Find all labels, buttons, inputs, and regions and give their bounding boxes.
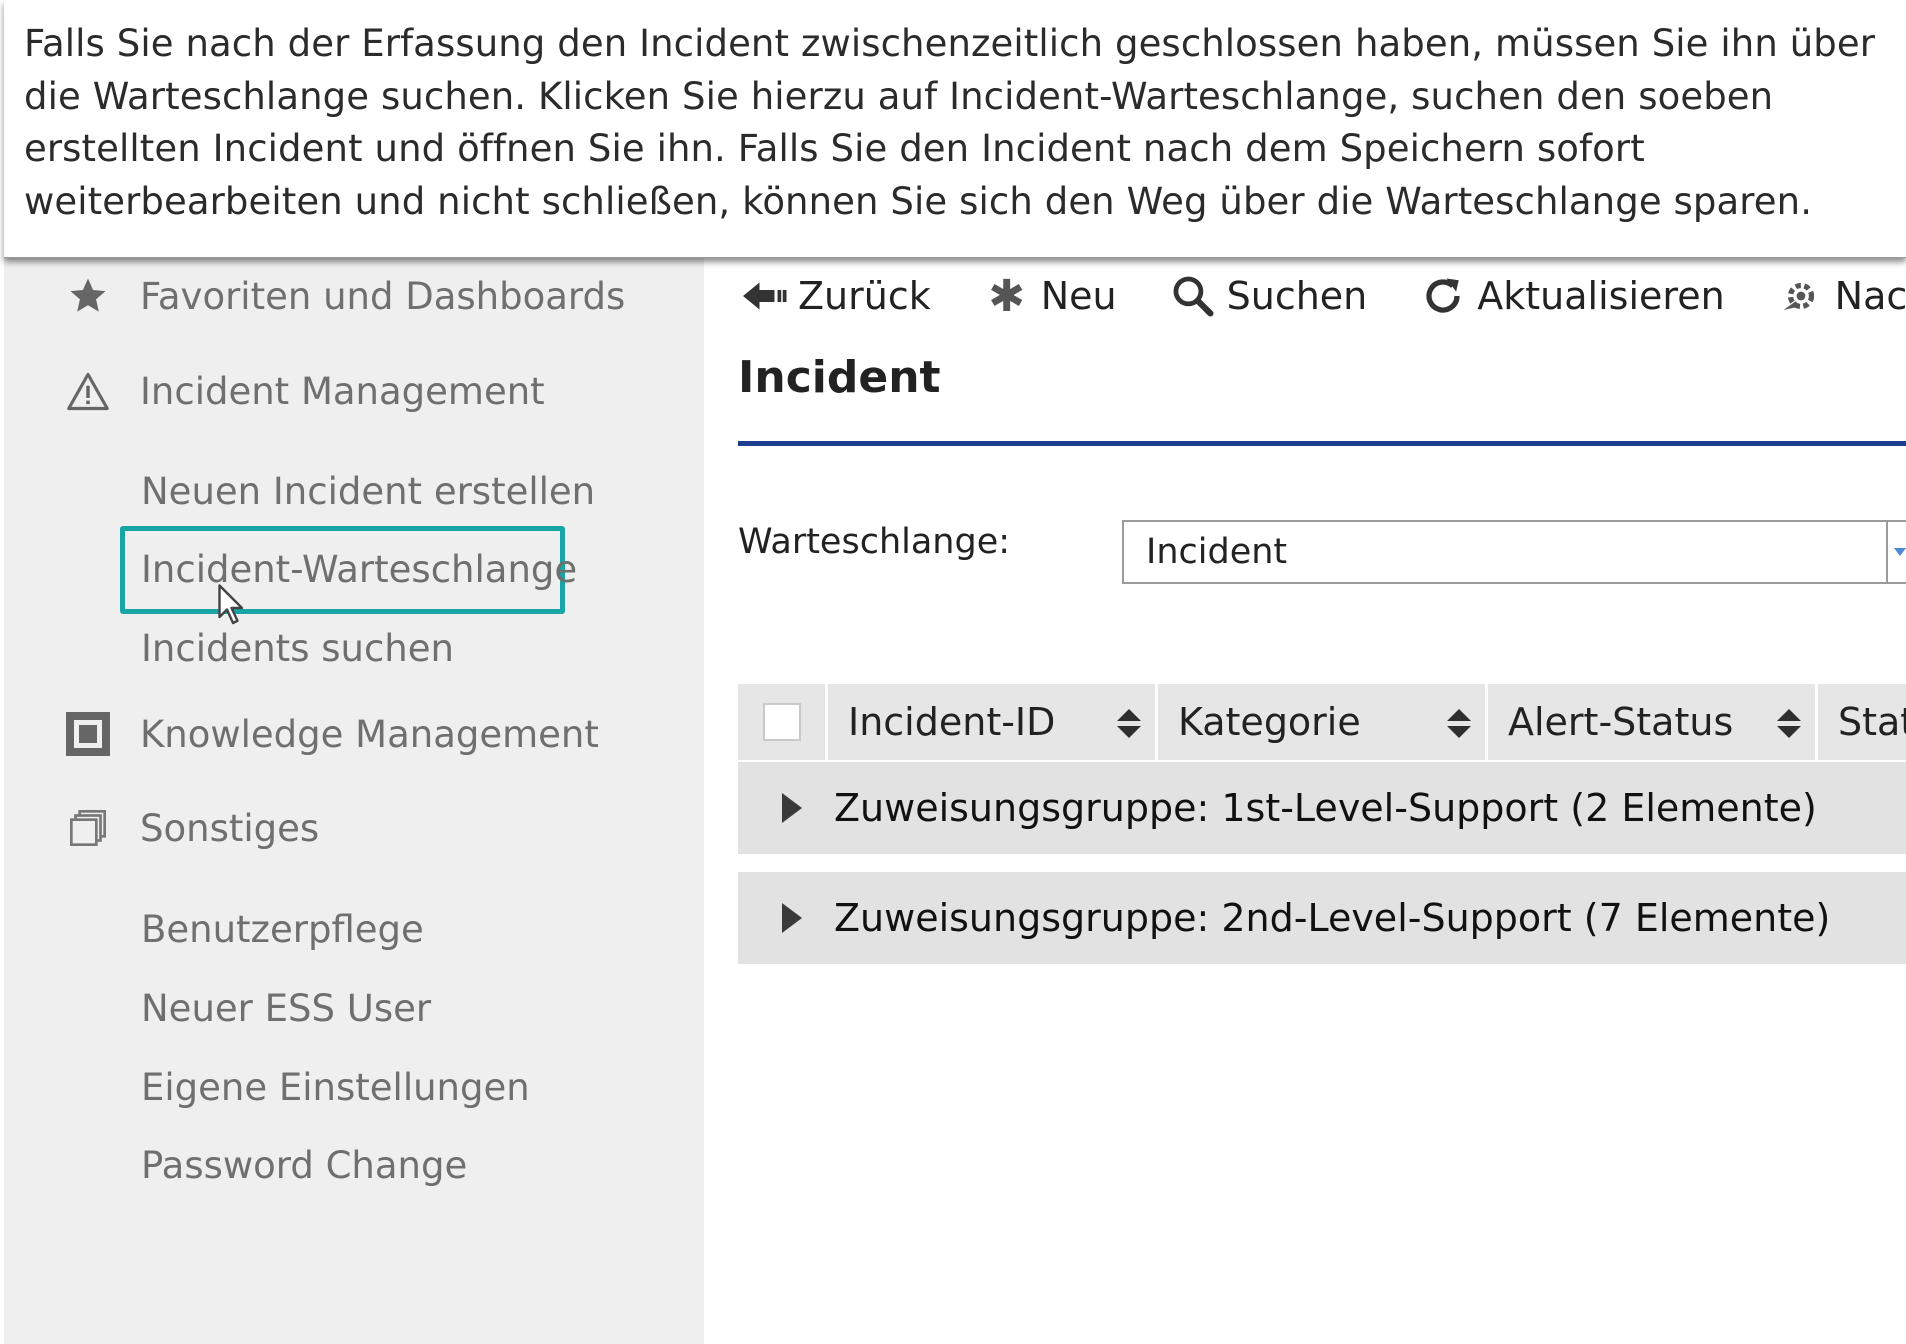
select-divider [1886, 522, 1888, 582]
next-button[interactable]: Nach [1777, 272, 1906, 320]
sidebar-item-search-incidents[interactable]: Incidents suchen [141, 621, 454, 677]
queue-label: Warteschlange: [738, 522, 1011, 562]
group-row-label: Zuweisungsgruppe: 1st-Level-Support (2 E… [834, 786, 1817, 830]
next-label: Nach [1834, 274, 1906, 318]
sidebar-item-new-incident[interactable]: Neuen Incident erstellen [141, 464, 595, 520]
group-row[interactable]: Zuweisungsgruppe: 1st-Level-Support (2 E… [738, 762, 1906, 854]
sidebar-item-user-maintenance[interactable]: Benutzerpflege [141, 902, 424, 958]
column-header-incident-id[interactable]: Incident-ID [828, 684, 1158, 760]
instruction-line: erstellten Incident und öffnen Sie ihn. … [24, 127, 1645, 170]
column-header-status[interactable]: Stat [1818, 684, 1906, 760]
search-button[interactable]: Suchen [1169, 272, 1368, 320]
instruction-line: die Warteschlange suchen. Klicken Sie hi… [24, 74, 1774, 118]
new-label: Neu [1040, 274, 1117, 318]
page-title: Incident [738, 352, 941, 403]
title-underline [738, 441, 1906, 446]
instruction-line: weiterbearbeiten und nicht schließen, kö… [24, 179, 1813, 223]
refresh-button[interactable]: Aktualisieren [1419, 272, 1725, 320]
column-header-category[interactable]: Kategorie [1158, 684, 1488, 760]
back-arrow-icon [740, 272, 788, 320]
back-label: Zurück [798, 274, 931, 318]
queue-select-value: Incident [1146, 532, 1288, 572]
new-button[interactable]: ✱ Neu [983, 270, 1117, 322]
expand-triangle-icon[interactable] [782, 793, 802, 823]
gear-hand-icon [1777, 272, 1825, 320]
knowledge-icon [64, 710, 112, 758]
search-icon [1169, 272, 1217, 320]
asterisk-icon: ✱ [988, 270, 1026, 322]
select-all-checkbox[interactable] [762, 703, 801, 741]
column-header-label: Stat [1838, 700, 1906, 744]
star-icon [64, 272, 112, 320]
column-header-alert-status[interactable]: Alert-Status [1488, 684, 1818, 760]
sort-icon[interactable] [1777, 709, 1801, 739]
sidebar-item-incident-queue[interactable]: Incident-Warteschlange [141, 542, 577, 598]
queue-select[interactable]: Incident [1122, 520, 1906, 584]
sidebar-item-label: Knowledge Management [140, 712, 599, 756]
refresh-icon [1419, 272, 1467, 320]
group-row[interactable]: Zuweisungsgruppe: 2nd-Level-Support (7 E… [738, 872, 1906, 964]
instruction-line: Falls Sie nach der Erfassung den Inciden… [24, 22, 1876, 65]
refresh-label: Aktualisieren [1477, 274, 1725, 318]
sidebar-item-new-ess-user[interactable]: Neuer ESS User [141, 981, 431, 1037]
select-all-column [738, 684, 828, 760]
warning-icon [64, 367, 112, 415]
sidebar-item-label: Incident Management [140, 369, 545, 413]
column-header-label: Incident-ID [848, 700, 1056, 744]
group-row-label: Zuweisungsgruppe: 2nd-Level-Support (7 E… [834, 896, 1831, 940]
sidebar-item-label: Favoriten und Dashboards [140, 274, 626, 318]
sort-icon[interactable] [1117, 709, 1141, 739]
chevron-down-icon[interactable] [1894, 548, 1906, 556]
grid-header: Incident-ID Kategorie Alert-Status Stat [738, 684, 1906, 760]
column-header-label: Alert-Status [1508, 700, 1734, 744]
column-header-label: Kategorie [1178, 700, 1361, 744]
sort-icon[interactable] [1447, 709, 1471, 739]
mouse-pointer-icon [218, 584, 248, 630]
instruction-text-box: Falls Sie nach der Erfassung den Inciden… [4, 0, 1906, 258]
sidebar-item-own-settings[interactable]: Eigene Einstellungen [141, 1060, 530, 1116]
sidebar-item-password-change[interactable]: Password Change [141, 1138, 467, 1194]
search-label: Suchen [1226, 274, 1368, 318]
stack-icon [64, 804, 112, 852]
toolbar: Zurück ✱ Neu Suchen Aktualisieren Nach [740, 268, 1906, 324]
sidebar-item-label: Sonstiges [140, 806, 320, 850]
sidebar: Favoriten und Dashboards Incident Manage… [4, 258, 704, 1344]
back-button[interactable]: Zurück [740, 272, 931, 320]
expand-triangle-icon[interactable] [782, 903, 802, 933]
